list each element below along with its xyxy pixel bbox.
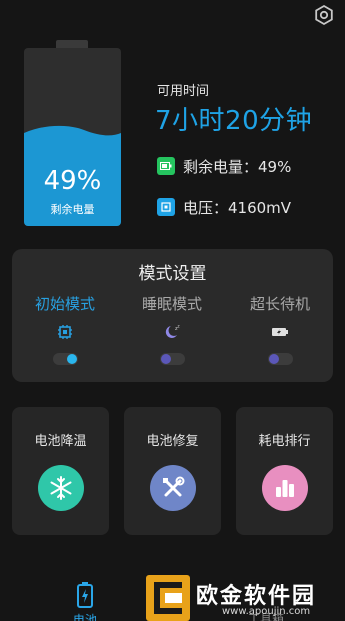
settings-button[interactable] (313, 4, 335, 26)
toggle-knob (268, 354, 279, 364)
remaining-charge-text: 剩余电量：49% (183, 157, 292, 176)
battery-nav-icon (77, 582, 93, 608)
mode-initial[interactable]: 初始模式 (15, 293, 115, 365)
battery-boost-icon (272, 328, 288, 336)
tool-battery-cooling-label: 电池降温 (34, 434, 87, 449)
available-time-label: 可用时间 (157, 84, 210, 99)
tool-battery-repair-label: 电池修复 (146, 434, 199, 449)
mode-long-standby-toggle[interactable] (267, 353, 293, 365)
watermark: 欧金软件园 www.apoujin.com (146, 575, 344, 621)
moon-sleep-icon: z z (165, 324, 180, 338)
mode-long-standby[interactable]: 超长待机 (230, 293, 330, 365)
snowflake-icon (38, 465, 84, 511)
battery-level-label: 剩余电量 (50, 203, 95, 216)
svg-text:z: z (178, 324, 180, 329)
mode-sleep[interactable]: 睡眠模式 z z (122, 293, 222, 365)
chip-icon (58, 325, 72, 339)
voltage-row: 电压：4160mV (157, 197, 291, 217)
watermark-logo (146, 575, 190, 621)
voltage-text: 电压：4160mV (183, 198, 292, 217)
mode-sleep-toggle[interactable] (159, 353, 185, 365)
battery-gauge: 49% 剩余电量 (24, 48, 121, 226)
nav-tab-battery-label: 电池 (72, 613, 97, 621)
tool-power-ranking-label: 耗电排行 (258, 434, 311, 449)
toggle-knob (160, 354, 171, 364)
battery-wave (24, 125, 121, 140)
tool-battery-repair[interactable]: 电池修复 (124, 407, 221, 535)
watermark-url: www.apoujin.com (222, 606, 311, 617)
mode-sleep-label: 睡眠模式 (141, 295, 202, 313)
remaining-charge-row: 剩余电量：49% (157, 156, 291, 176)
mode-initial-label: 初始模式 (34, 295, 95, 313)
mode-settings-title: 模式设置 (138, 264, 207, 284)
tool-power-ranking[interactable]: 耗电排行 (236, 407, 333, 535)
bar-chart-icon (262, 465, 308, 511)
mode-long-standby-label: 超长待机 (249, 295, 310, 313)
voltage-icon (157, 198, 175, 216)
available-time-value: 7小时20分钟 (155, 106, 313, 136)
battery-percent: 49% (43, 166, 102, 196)
toggle-knob (66, 354, 77, 364)
battery-level-icon (157, 157, 175, 175)
wrench-icon (150, 465, 196, 511)
nav-tab-battery[interactable]: 电池 (60, 580, 110, 621)
tool-battery-cooling[interactable]: 电池降温 (12, 407, 109, 535)
mode-initial-toggle[interactable] (52, 353, 78, 365)
mode-settings-panel: 模式设置 初始模式 睡眠模式 z z 超长待机 (12, 249, 333, 382)
gear-icon (315, 4, 333, 26)
